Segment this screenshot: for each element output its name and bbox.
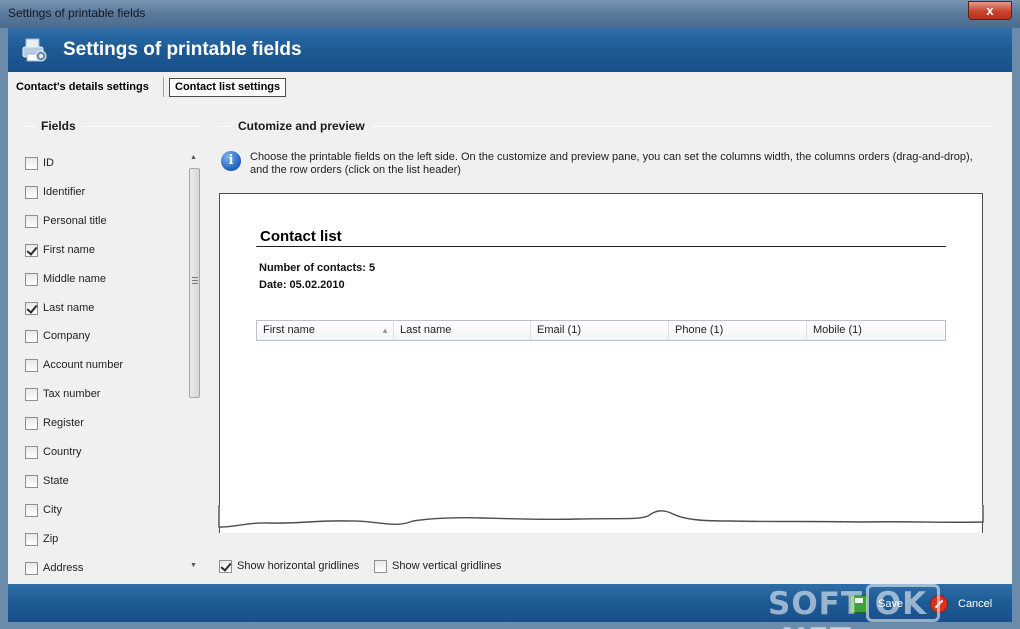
field-item[interactable]: Personal title — [25, 213, 107, 229]
field-item[interactable]: Account number — [25, 357, 123, 373]
preview-document-title: Contact list — [260, 228, 342, 245]
info-icon: i — [221, 151, 241, 171]
field-checkbox[interactable] — [25, 156, 38, 170]
scroll-thumb[interactable] — [189, 168, 200, 398]
field-checkbox[interactable] — [25, 185, 38, 199]
field-checkbox[interactable] — [25, 387, 38, 401]
dialog-title: Settings of printable fields — [63, 39, 302, 60]
field-item[interactable]: City — [25, 502, 62, 518]
field-checkbox[interactable] — [25, 214, 38, 228]
window-close-button[interactable]: x — [968, 1, 1012, 20]
field-item[interactable]: ID — [25, 155, 54, 171]
field-checkbox[interactable] — [25, 243, 38, 257]
field-checkbox[interactable] — [25, 445, 38, 459]
field-label: Register — [43, 417, 84, 429]
field-checkbox[interactable] — [25, 474, 38, 488]
horizontal-gridlines-label: Show horizontal gridlines — [237, 560, 360, 572]
field-label: Zip — [43, 533, 59, 545]
vertical-gridlines-checkbox[interactable] — [374, 559, 387, 573]
vertical-gridlines-label: Show vertical gridlines — [392, 560, 502, 572]
vertical-gridlines-option[interactable]: Show vertical gridlines — [374, 558, 501, 574]
field-checkbox[interactable] — [25, 272, 38, 286]
fields-section-title: Fields — [35, 119, 82, 133]
field-item[interactable]: Tax number — [25, 386, 100, 402]
field-item[interactable]: Last name — [25, 300, 94, 316]
scroll-up-icon[interactable]: ▲ — [190, 154, 197, 161]
field-label: State — [43, 475, 69, 487]
field-label: Personal title — [43, 215, 107, 227]
field-label: Company — [43, 330, 91, 342]
field-checkbox[interactable] — [25, 532, 38, 546]
field-label: Tax number — [43, 388, 101, 400]
tab-contact-list-settings[interactable]: Contact list settings — [169, 78, 287, 97]
sort-ascending-icon: ▲ — [381, 326, 389, 335]
field-label: Account number — [43, 359, 124, 371]
field-label: Last name — [43, 302, 95, 314]
field-checkbox[interactable] — [25, 503, 38, 517]
field-label: Country — [43, 446, 82, 458]
field-item[interactable]: Register — [25, 415, 84, 431]
field-label: First name — [43, 244, 95, 256]
column-mobile[interactable]: Mobile (1) — [807, 321, 945, 340]
field-label: Middle name — [43, 273, 106, 285]
info-text: Choose the printable fields on the left … — [250, 151, 973, 176]
preview-section-title: Cutomize and preview — [232, 119, 371, 133]
field-checkbox[interactable] — [25, 561, 38, 575]
window-titlebar: Settings of printable fields x — [0, 0, 1020, 28]
field-label: ID — [43, 157, 54, 169]
horizontal-gridlines-checkbox[interactable] — [219, 559, 232, 573]
preview-column-header: First name ▲ Last name Email (1) Phone (… — [256, 320, 946, 341]
preview-contacts-count: Number of contacts: 5 — [259, 262, 376, 274]
horizontal-gridlines-option[interactable]: Show horizontal gridlines — [219, 558, 359, 574]
scroll-down-icon[interactable]: ▼ — [190, 562, 197, 569]
field-item[interactable]: Zip — [25, 531, 58, 547]
field-label: Identifier — [43, 186, 86, 198]
field-item[interactable]: Address — [25, 560, 83, 576]
column-last-name[interactable]: Last name — [394, 321, 531, 340]
field-checkbox[interactable] — [25, 329, 38, 343]
field-item[interactable]: State — [25, 473, 69, 489]
column-email[interactable]: Email (1) — [531, 321, 669, 340]
dialog-header: Settings of printable fields — [8, 28, 1012, 72]
preview-date: Date: 05.02.2010 — [259, 279, 345, 291]
field-checkbox[interactable] — [25, 301, 38, 315]
tab-separator — [163, 77, 164, 97]
field-label: Address — [43, 562, 84, 574]
column-label: First name — [263, 324, 315, 336]
grip-icon — [192, 277, 198, 284]
field-label: City — [43, 504, 62, 516]
window-title: Settings of printable fields — [8, 6, 146, 20]
tab-contact-details-settings[interactable]: Contact's details settings — [12, 76, 153, 98]
field-item[interactable]: Identifier — [25, 184, 85, 200]
column-first-name[interactable]: First name ▲ — [257, 321, 394, 340]
field-checkbox[interactable] — [25, 358, 38, 372]
field-item[interactable]: Middle name — [25, 271, 106, 287]
field-item[interactable]: Company — [25, 328, 90, 344]
column-phone[interactable]: Phone (1) — [669, 321, 807, 340]
preview-title-rule — [256, 246, 946, 247]
watermark-logo: SOFT OK .NET — [768, 586, 928, 629]
field-checkbox[interactable] — [25, 416, 38, 430]
printer-settings-icon — [22, 38, 47, 62]
fields-scrollbar[interactable]: ▲ ▼ — [187, 152, 201, 576]
field-item[interactable]: Country — [25, 444, 82, 460]
field-item[interactable]: First name — [25, 242, 95, 258]
torn-page-edge — [218, 505, 984, 528]
